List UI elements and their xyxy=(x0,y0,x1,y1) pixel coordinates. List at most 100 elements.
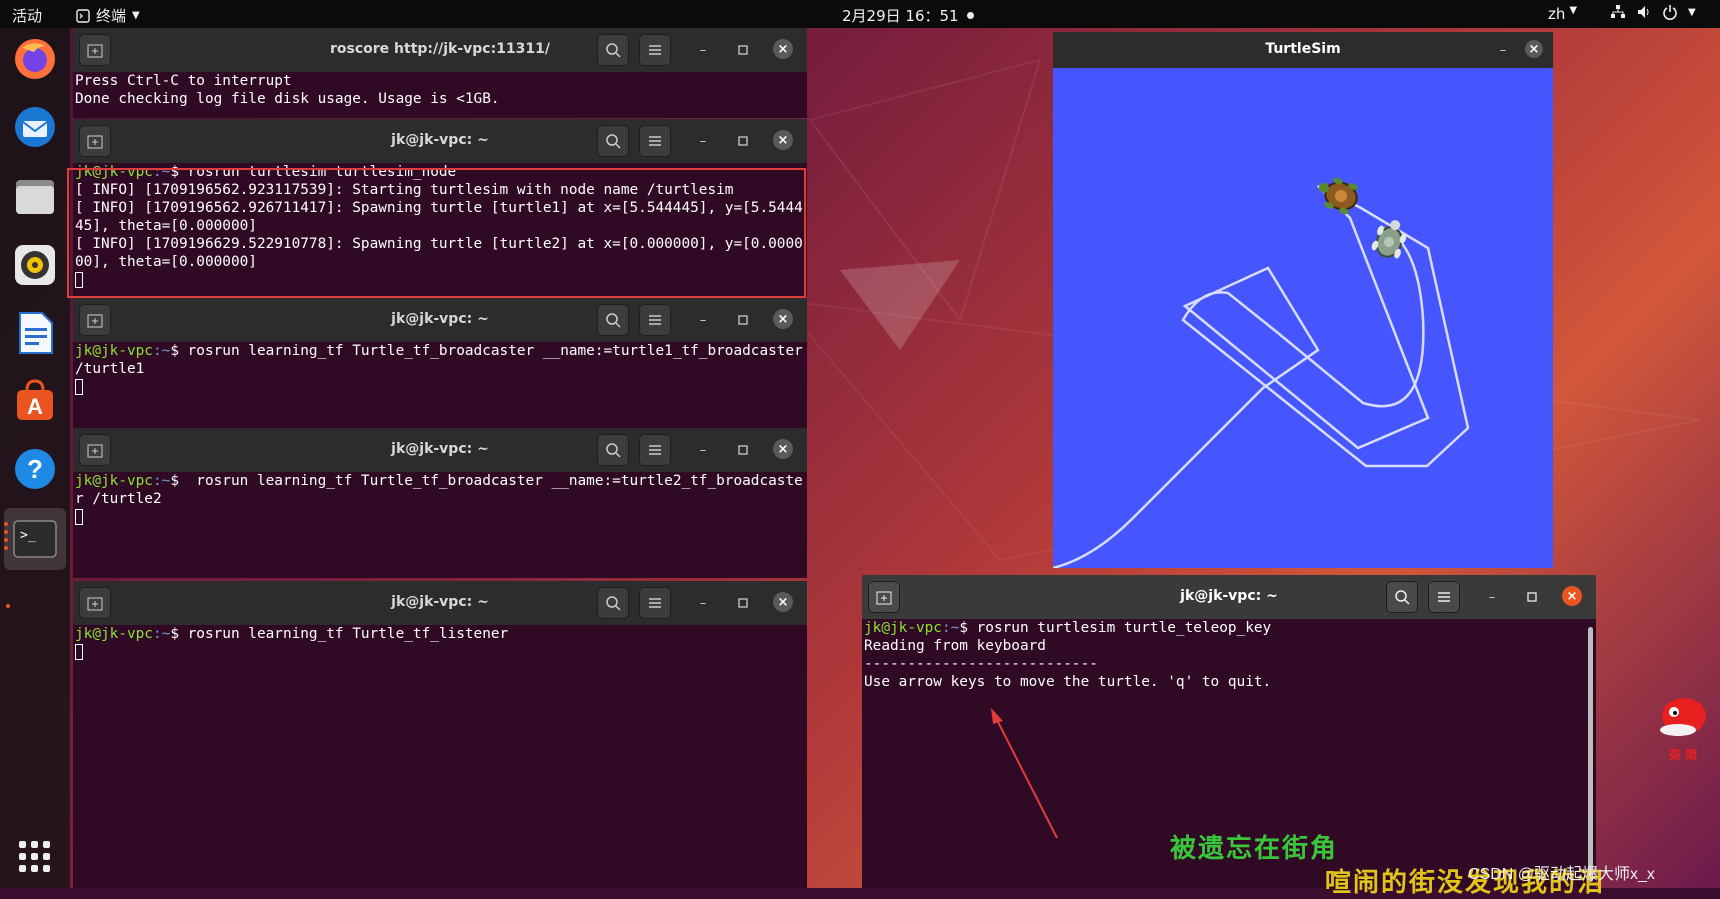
terminal-command: $ rosrun turtlesim turtle_teleop_key xyxy=(959,620,1272,636)
maximize-button[interactable] xyxy=(1522,587,1542,607)
libreoffice-writer-icon xyxy=(19,312,53,354)
titlebar[interactable]: jk@jk-vpc: ~ – × xyxy=(73,298,807,342)
show-applications-button[interactable] xyxy=(10,832,60,882)
activities-button[interactable]: 活动 xyxy=(12,5,42,26)
search-button[interactable] xyxy=(597,434,629,466)
app-menu-terminal[interactable]: 终端 ▼ xyxy=(76,5,140,26)
minimize-button[interactable]: – xyxy=(693,593,713,613)
close-icon: × xyxy=(1566,588,1578,604)
dock-item-firefox[interactable] xyxy=(10,34,60,84)
titlebar[interactable]: TurtleSim – × xyxy=(1053,32,1553,68)
close-button[interactable]: × xyxy=(773,130,793,150)
turtlesim-window[interactable]: TurtleSim – × xyxy=(1053,32,1553,568)
close-button[interactable]: × xyxy=(1562,586,1582,606)
turtle1-sprite xyxy=(1318,177,1358,215)
turtle-trail xyxy=(1053,184,1470,568)
search-icon xyxy=(606,596,621,611)
terminal-window-listener[interactable]: jk@jk-vpc: ~ – × jk@jk-vpc:~$ rosrun lea… xyxy=(73,581,807,888)
chevron-down-icon: ▼ xyxy=(132,10,140,21)
minimize-icon: – xyxy=(699,42,707,58)
hamburger-menu-icon xyxy=(649,445,661,455)
terminal-output[interactable]: jk@jk-vpc:~$ rosrun learning_tf Turtle_t… xyxy=(73,342,807,428)
titlebar[interactable]: jk@jk-vpc: ~ – × xyxy=(73,581,807,625)
dock-item-rhythmbox[interactable] xyxy=(10,240,60,290)
help-icon: ? xyxy=(15,449,55,489)
close-button[interactable]: × xyxy=(773,39,793,59)
chevron-down-icon: ▼ xyxy=(1569,5,1578,16)
running-indicator-icon xyxy=(4,530,8,534)
terminal-output[interactable]: Press Ctrl-C to interrupt Done checking l… xyxy=(73,72,807,118)
turtle2-sprite xyxy=(1371,220,1407,259)
search-icon xyxy=(606,134,621,149)
minimize-button[interactable]: – xyxy=(693,440,713,460)
menu-button[interactable] xyxy=(639,587,671,619)
prompt-user: jk@jk-vpc xyxy=(75,343,153,359)
maximize-button[interactable] xyxy=(733,593,753,613)
search-icon xyxy=(606,313,621,328)
desktop-pet[interactable]: 英 简 xyxy=(1648,686,1718,762)
minimize-button[interactable]: – xyxy=(693,131,713,151)
dock-item-terminal[interactable]: >_ xyxy=(4,508,66,570)
titlebar[interactable]: jk@jk-vpc: ~ – × xyxy=(862,575,1596,619)
menu-button[interactable] xyxy=(1428,581,1460,613)
search-icon xyxy=(1395,590,1410,605)
search-icon xyxy=(606,43,621,58)
maximize-button[interactable] xyxy=(733,131,753,151)
clock[interactable]: 2月29日 16：51 xyxy=(842,5,974,26)
firefox-icon xyxy=(15,39,55,79)
close-button[interactable]: × xyxy=(773,439,793,459)
titlebar[interactable]: jk@jk-vpc: ~ – × xyxy=(73,428,807,472)
maximize-button[interactable] xyxy=(733,310,753,330)
close-button[interactable]: × xyxy=(773,309,793,329)
terminal-window-broadcaster-turtle2[interactable]: jk@jk-vpc: ~ – × jk@jk-vpc:~$ rosrun lea… xyxy=(73,428,807,578)
scrollbar[interactable] xyxy=(1588,627,1593,882)
lyric-overlay-line1: 被遗忘在街角 xyxy=(1170,834,1339,864)
turtlesim-canvas xyxy=(1053,177,1470,568)
minimize-button[interactable]: – xyxy=(1493,40,1513,60)
search-button[interactable] xyxy=(597,304,629,336)
terminal-output[interactable]: jk@jk-vpc:~$ rosrun learning_tf Turtle_t… xyxy=(73,472,807,578)
minimize-button[interactable]: – xyxy=(1482,587,1502,607)
ubuntu-software-icon: A xyxy=(17,379,53,420)
search-button[interactable] xyxy=(1386,581,1418,613)
search-button[interactable] xyxy=(597,34,629,66)
rhythmbox-icon xyxy=(15,245,55,285)
prompt-user: jk@jk-vpc xyxy=(75,626,153,642)
terminal-output[interactable]: jk@jk-vpc:~$ rosrun learning_tf Turtle_t… xyxy=(73,625,807,888)
dock-item-software[interactable]: A xyxy=(10,376,60,426)
close-icon: × xyxy=(1528,41,1540,57)
dock-item-thunderbird[interactable] xyxy=(10,102,60,152)
menu-button[interactable] xyxy=(639,34,671,66)
search-button[interactable] xyxy=(597,125,629,157)
titlebar[interactable]: roscore http://jk-vpc:11311/ – × xyxy=(73,28,807,72)
maximize-button[interactable] xyxy=(733,40,753,60)
close-icon: × xyxy=(777,311,789,327)
menu-button[interactable] xyxy=(639,304,671,336)
menu-button[interactable] xyxy=(639,125,671,157)
hamburger-menu-icon xyxy=(649,136,661,146)
desktop-pet-icon xyxy=(1660,698,1706,736)
terminal-window-broadcaster-turtle1[interactable]: jk@jk-vpc: ~ – × jk@jk-vpc:~$ rosrun lea… xyxy=(73,298,807,428)
close-button[interactable]: × xyxy=(1525,40,1543,58)
minimize-button[interactable]: – xyxy=(693,310,713,330)
dock-item-help[interactable]: ? xyxy=(10,444,60,494)
minimize-button[interactable]: – xyxy=(693,40,713,60)
chevron-down-icon: ▼ xyxy=(1688,6,1696,18)
hamburger-menu-icon xyxy=(649,45,661,55)
input-language-menu[interactable]: zh ▼ xyxy=(1548,5,1577,23)
top-bar: 活动 终端 ▼ 2月29日 16：51 zh ▼ ▼ xyxy=(0,0,1720,28)
text-cursor xyxy=(75,644,83,660)
maximize-button[interactable] xyxy=(733,440,753,460)
close-icon: × xyxy=(777,132,789,148)
terminal-window-roscore[interactable]: roscore http://jk-vpc:11311/ – × Press C… xyxy=(73,28,807,118)
terminal-command: $ rosrun learning_tf Turtle_tf_listener xyxy=(170,626,509,642)
network-icon xyxy=(1611,5,1625,18)
menu-button[interactable] xyxy=(639,434,671,466)
titlebar[interactable]: jk@jk-vpc: ~ – × xyxy=(73,119,807,163)
dock-item-writer[interactable] xyxy=(10,308,60,358)
minimize-icon: – xyxy=(699,312,707,328)
dock-item-files[interactable] xyxy=(10,172,60,222)
close-button[interactable]: × xyxy=(773,592,793,612)
search-button[interactable] xyxy=(597,587,629,619)
system-status-menu[interactable]: ▼ xyxy=(1610,4,1696,20)
